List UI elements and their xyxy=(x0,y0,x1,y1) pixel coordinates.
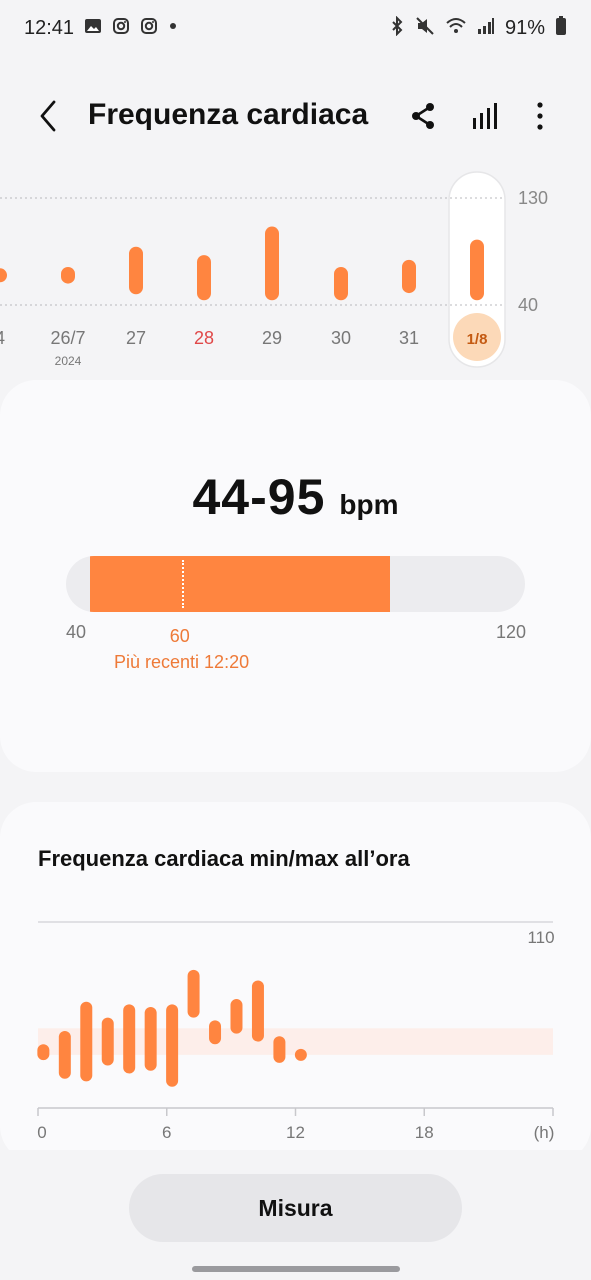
share-button[interactable] xyxy=(403,94,443,138)
recent-value: 60 xyxy=(169,626,190,646)
back-button[interactable] xyxy=(30,94,70,138)
more-button[interactable] xyxy=(520,94,560,138)
range-min-label: 40 xyxy=(66,622,87,642)
wifi-icon xyxy=(445,16,467,41)
hourly-bar xyxy=(166,1004,179,1087)
hourly-bar xyxy=(123,1004,136,1074)
range-fill xyxy=(89,556,390,612)
page-title: Frequenza cardiaca xyxy=(88,98,369,131)
gallery-icon xyxy=(84,17,102,40)
status-right: 91% xyxy=(389,15,567,41)
hourly-x-tick-label: 18 xyxy=(415,1123,434,1142)
day-sublabel: 2024 xyxy=(55,354,82,368)
week-range-chart[interactable]: 130 40 4 26/7 2024 27 28 29 30 31 1/8 xyxy=(0,160,591,380)
day-range-bar xyxy=(470,239,484,301)
share-icon xyxy=(412,103,434,129)
battery-percent: 91% xyxy=(504,16,545,39)
day-label: 29 xyxy=(262,328,282,348)
day-label: 28 xyxy=(194,328,214,348)
hourly-bar xyxy=(209,1020,222,1045)
hourly-chart-svg: 110 0 6 12 18 (h) xyxy=(37,921,555,1142)
day-label: 27 xyxy=(126,328,146,348)
hourly-bar xyxy=(37,1044,50,1061)
status-bar: 12:41 91% xyxy=(0,0,591,56)
status-left: 12:41 xyxy=(24,17,178,40)
y-axis-label-bottom: 40 xyxy=(518,295,538,315)
day-range-dot xyxy=(0,268,7,283)
hourly-x-tick-label: (h) xyxy=(534,1123,555,1142)
hourly-x-tick-label: 0 xyxy=(37,1123,46,1142)
day-range-bar xyxy=(129,246,143,295)
hourly-bar xyxy=(144,1007,157,1071)
app-bar: Frequenza cardiaca xyxy=(0,86,591,148)
bluetooth-icon xyxy=(389,15,405,41)
battery-icon xyxy=(555,15,567,41)
hourly-y-label: 110 xyxy=(527,928,554,947)
status-time: 12:41 xyxy=(24,16,75,39)
day-range-bar xyxy=(265,226,279,301)
summary-card: 44-95 bpm 40 60 120 Più recenti 12:20 xyxy=(0,380,591,772)
home-indicator[interactable] xyxy=(192,1266,400,1272)
hourly-card: Frequenza cardiaca min/max all’ora 110 0 6… xyxy=(0,802,591,1162)
day-range-bar xyxy=(402,259,416,294)
range-number: 44-95 xyxy=(192,469,326,525)
hourly-title: Frequenza cardiaca min/max all’ora xyxy=(38,846,410,871)
range-unit: bpm xyxy=(339,489,399,520)
hourly-bar xyxy=(187,969,200,1018)
hourly-point xyxy=(294,1048,307,1061)
back-arrow-icon xyxy=(40,100,56,132)
hourly-bar xyxy=(80,1001,93,1082)
measure-button[interactable]: Misura xyxy=(129,1174,462,1242)
range-max-label: 120 xyxy=(496,622,527,642)
week-chart-svg: 130 40 4 26/7 2024 27 28 29 30 31 1/8 xyxy=(0,171,548,368)
day-label: 1/8 xyxy=(467,331,488,348)
y-axis-label-top: 130 xyxy=(518,188,548,208)
normal-range-band xyxy=(38,1028,553,1055)
chart-button[interactable] xyxy=(465,94,505,138)
hourly-chart[interactable]: 110 0 6 12 18 (h) xyxy=(0,902,591,1152)
hourly-x-tick-label: 6 xyxy=(162,1123,171,1142)
day-label: 30 xyxy=(331,328,351,348)
day-range-bar xyxy=(61,266,75,284)
more-icon xyxy=(537,102,543,130)
signal-icon xyxy=(477,17,495,40)
day-label: 4 xyxy=(0,328,5,348)
hourly-bar xyxy=(273,1036,286,1063)
dot-icon xyxy=(168,17,178,40)
hourly-bar xyxy=(58,1030,71,1079)
range-value: 44-95 bpm xyxy=(0,468,591,526)
range-track xyxy=(66,556,525,612)
recent-marker xyxy=(181,560,184,608)
instagram-icon xyxy=(112,17,130,40)
chart-icon xyxy=(473,103,497,129)
instagram-icon xyxy=(140,17,158,40)
day-label: 26/7 xyxy=(50,328,85,348)
mute-icon xyxy=(415,16,435,41)
recent-label: Più recenti 12:20 xyxy=(114,652,250,672)
day-range-bar xyxy=(197,255,211,301)
hourly-bar xyxy=(251,980,264,1042)
day-label: 31 xyxy=(399,328,419,348)
hourly-bar xyxy=(101,1017,114,1066)
hourly-bar xyxy=(230,999,243,1034)
hourly-x-tick-label: 12 xyxy=(286,1123,305,1142)
day-range-bar xyxy=(334,266,348,301)
